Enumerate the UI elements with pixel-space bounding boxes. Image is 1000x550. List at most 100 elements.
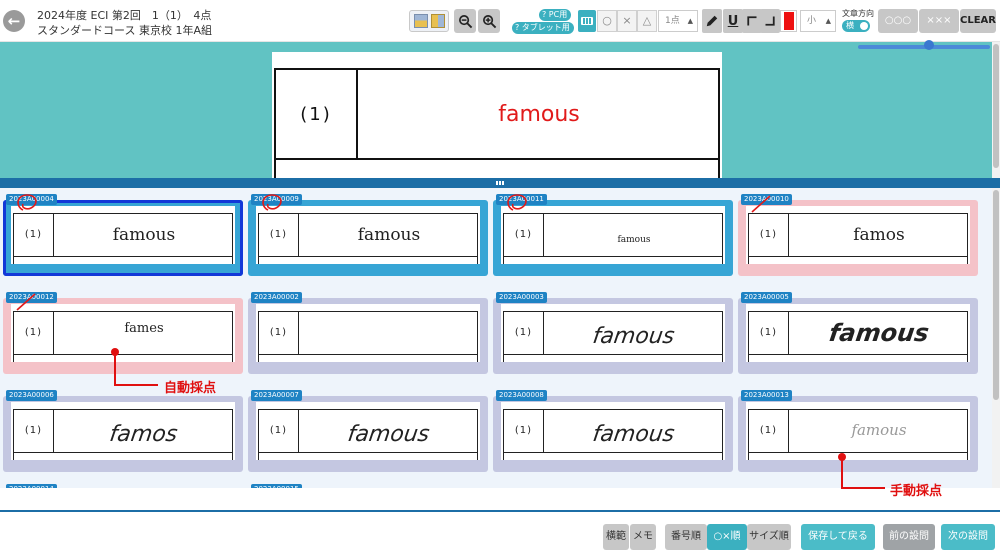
callout-line: [841, 457, 843, 489]
points-select[interactable]: 1点 ▲: [658, 10, 698, 32]
mark-circle-button[interactable]: ○: [597, 10, 617, 32]
student-answer-text: famous: [345, 422, 432, 447]
grid-scrollbar[interactable]: [992, 188, 1000, 488]
answer-sheet-crop: (1) famous: [256, 402, 480, 460]
back-arrow-icon[interactable]: ←: [3, 10, 25, 32]
corner-right-icon: [765, 16, 775, 26]
help-icon: ?: [515, 23, 520, 32]
zoom-out-button[interactable]: [454, 9, 476, 33]
correct-mark-icon: [507, 194, 527, 211]
pc-mode-label: PC用: [548, 10, 568, 19]
save-and-return-button[interactable]: 保存して戻る: [801, 524, 875, 550]
sort-size-button[interactable]: サイズ順: [747, 524, 791, 550]
text-direction-toggle[interactable]: 横: [842, 20, 870, 32]
question-number: (1): [504, 410, 544, 452]
clear-button[interactable]: CLEAR: [960, 9, 996, 33]
divider-line: [259, 354, 477, 355]
exam-title: 2024年度 ECⅠ 第2回 1（1） 4点: [37, 9, 212, 22]
bottom-bar: 横範 メモ 番号順 ○×順 サイズ順 保存して戻る 前の設問 次の設問: [0, 510, 1000, 550]
callout-line: [114, 352, 116, 386]
answer-box: (1) famous: [258, 409, 478, 460]
pen-button[interactable]: [702, 9, 722, 33]
pane-splitter[interactable]: [0, 178, 1000, 188]
keyboard-button[interactable]: [578, 10, 596, 32]
preview-scrollbar[interactable]: [992, 42, 1000, 178]
corner-bottomright-button[interactable]: [760, 9, 780, 33]
divider-line: [504, 452, 722, 453]
mark-all-correct-button[interactable]: ○○○: [878, 9, 918, 33]
mark-all-wrong-button[interactable]: ×××: [919, 9, 959, 33]
pen-size-select[interactable]: 小 ▲: [800, 10, 836, 32]
student-answer-card[interactable]: 2023A00002 (1): [248, 292, 488, 374]
divider-line: [14, 256, 232, 257]
answer-box: (1) famous: [274, 68, 720, 178]
points-select-value: 1点: [665, 16, 680, 26]
answer-sheet-crop: (1) famos: [11, 402, 235, 460]
updown-icon: ▲: [825, 17, 831, 25]
student-id-badge: 2023A00003: [496, 292, 547, 303]
memo-button[interactable]: メモ: [630, 524, 656, 550]
next-question-button[interactable]: 次の設問: [941, 524, 995, 550]
answer-box: (1) famos: [748, 213, 968, 264]
divider-line: [14, 354, 232, 355]
question-number: (1): [14, 214, 54, 256]
prev-question-button[interactable]: 前の設問: [883, 524, 935, 550]
sort-mark-button[interactable]: ○×順: [707, 524, 747, 550]
layout-button[interactable]: 横範: [603, 524, 629, 550]
divider-line: [276, 158, 718, 160]
underline-button[interactable]: U: [723, 9, 743, 33]
student-answer-text: famous: [112, 225, 176, 245]
student-id-badge: 2023A00014: [6, 484, 57, 488]
answer-box: (1) famous: [258, 213, 478, 264]
student-answer-card[interactable]: 2023A00009 (1) famous: [248, 194, 488, 276]
student-answer-card[interactable]: 2023A00006 (1) famos: [3, 390, 243, 472]
student-answer-card[interactable]: 2023A00003 (1) famous: [493, 292, 733, 374]
sort-number-button[interactable]: 番号順: [665, 524, 707, 550]
student-answer-card[interactable]: 2023A00013 (1) famous: [738, 390, 978, 472]
divider-line: [504, 354, 722, 355]
model-answer: famous: [498, 102, 580, 127]
scrollbar-thumb[interactable]: [993, 190, 999, 400]
answer-sheet-crop: (1) famous: [256, 206, 480, 264]
callout-line: [114, 384, 158, 386]
student-answer-text: famous: [357, 225, 421, 245]
mark-triangle-button[interactable]: △: [637, 10, 657, 32]
layout-toggle-button[interactable]: [409, 10, 449, 32]
text-direction-value: 横: [846, 21, 854, 30]
help-icon: ?: [542, 10, 547, 19]
student-answer-card[interactable]: 2023A00012 (1) fames: [3, 292, 243, 374]
divider-line: [259, 452, 477, 453]
mark-cross-button[interactable]: ×: [617, 10, 637, 32]
pc-mode-button[interactable]: ? PC用: [539, 9, 572, 21]
corner-topleft-button[interactable]: [742, 9, 762, 33]
drag-handle-icon[interactable]: [496, 181, 504, 185]
question-number: (1): [749, 214, 789, 256]
correct-mark-icon: [262, 194, 282, 211]
student-answer-card[interactable]: 2023A00014: [3, 484, 243, 488]
student-answer-card[interactable]: 2023A00005 (1) famous: [738, 292, 978, 374]
question-number: (1): [276, 70, 358, 160]
pencil-icon: [706, 15, 718, 27]
student-answer-card[interactable]: 2023A00015: [248, 484, 488, 488]
pen-color-button[interactable]: [780, 10, 797, 32]
student-answer-text: [301, 312, 477, 354]
tablet-mode-button[interactable]: ? タブレット用: [512, 22, 574, 34]
student-answer-card[interactable]: 2023A00010 (1) famos: [738, 194, 978, 276]
scrollbar-thumb[interactable]: [993, 44, 999, 168]
answer-sheet-crop: (1) famous: [501, 206, 725, 264]
student-answer-text: fames: [124, 321, 164, 336]
student-answer-text: famous: [827, 319, 931, 347]
answer-sheet-crop: (1) famos: [746, 206, 970, 264]
zoom-in-button[interactable]: [478, 9, 500, 33]
corner-left-icon: [747, 16, 757, 26]
correct-mark-icon: [17, 194, 37, 211]
zoom-slider-handle[interactable]: [924, 40, 934, 50]
class-info: スタンダードコース 東京校 1年A組: [37, 24, 212, 37]
student-answer-card[interactable]: 2023A00008 (1) famous: [493, 390, 733, 472]
student-answer-grid: 2023A00004 (1) famous 2023A00009 (1) famous 20…: [0, 188, 1000, 488]
answer-box: (1) famous: [503, 213, 723, 264]
student-answer-card[interactable]: 2023A00011 (1) famous: [493, 194, 733, 276]
student-answer-card[interactable]: 2023A00007 (1) famous: [248, 390, 488, 472]
student-answer-card[interactable]: 2023A00004 (1) famous: [3, 194, 243, 276]
question-number: (1): [259, 410, 299, 452]
